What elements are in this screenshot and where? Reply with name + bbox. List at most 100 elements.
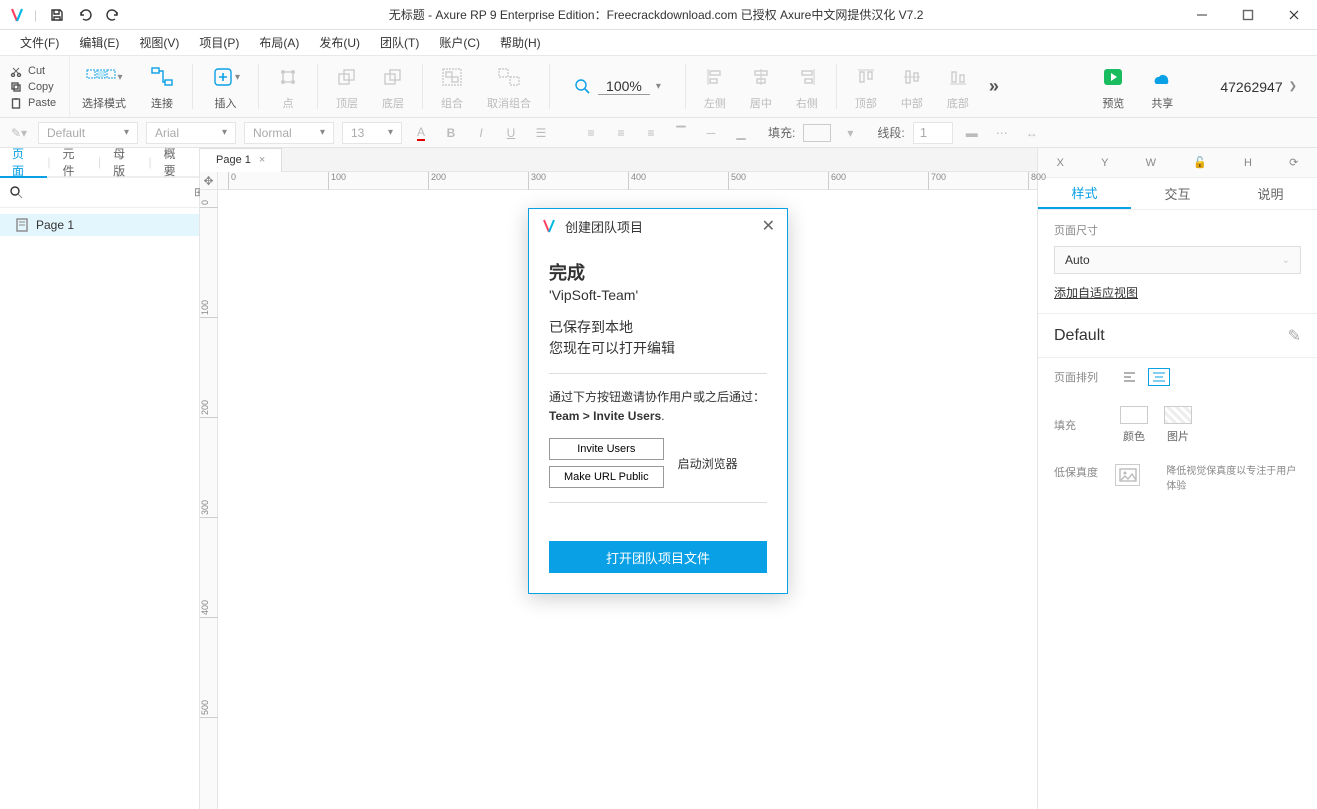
- window-maximize-button[interactable]: [1225, 0, 1271, 30]
- tab-widgets[interactable]: 元件: [51, 147, 98, 177]
- share-button[interactable]: 共享: [1137, 62, 1187, 111]
- insert-button[interactable]: ▾ 插入: [199, 56, 252, 117]
- align-right-button[interactable]: 右侧: [784, 56, 830, 117]
- zoom-value[interactable]: 100%: [598, 78, 650, 95]
- align-center-icon[interactable]: ≡: [610, 122, 632, 144]
- menu-file[interactable]: 文件(F): [10, 31, 69, 54]
- connect-button[interactable]: 连接: [138, 56, 186, 117]
- dialog-saved-text: 已保存到本地: [549, 317, 767, 338]
- bottom-layer-button[interactable]: 底层: [370, 56, 416, 117]
- fill-section-label: 填充: [1054, 417, 1104, 433]
- default-header: Default: [1054, 327, 1105, 345]
- launch-browser-label: 启动浏览器: [678, 455, 738, 472]
- font-color-icon[interactable]: A: [410, 122, 432, 144]
- ungroup-button[interactable]: 取消组合: [475, 56, 543, 117]
- fill-swatch[interactable]: [803, 124, 831, 142]
- group-button[interactable]: 组合: [429, 56, 475, 117]
- ruler-vertical[interactable]: 0 100 200 300 400 500: [200, 190, 218, 809]
- search-icon: [10, 186, 23, 199]
- size-select[interactable]: 13▾: [342, 122, 402, 144]
- window-minimize-button[interactable]: [1179, 0, 1225, 30]
- zoom-control[interactable]: 100%▾: [556, 56, 679, 117]
- arrow-icon[interactable]: ↔: [1021, 122, 1043, 144]
- ruler-corner[interactable]: ✥: [200, 172, 218, 190]
- rotate-icon[interactable]: ⟳: [1289, 156, 1298, 169]
- coord-bar: XY W 🔓 H ⟳: [1038, 148, 1317, 178]
- fill-more-icon[interactable]: ▾: [839, 122, 861, 144]
- menu-publish[interactable]: 发布(U): [309, 31, 370, 54]
- italic-icon[interactable]: I: [470, 122, 492, 144]
- rp-tab-style[interactable]: 样式: [1038, 178, 1131, 209]
- point-button[interactable]: 点: [265, 56, 311, 117]
- tab-pages[interactable]: 页面: [0, 148, 47, 178]
- page-search-input[interactable]: [31, 186, 186, 200]
- menu-view[interactable]: 视图(V): [129, 31, 189, 54]
- dist-top-button[interactable]: 顶部: [843, 56, 889, 117]
- line-style-icon[interactable]: ⋯: [991, 122, 1013, 144]
- page-tab[interactable]: Page 1 ×: [200, 148, 282, 172]
- style-select[interactable]: Default▾: [38, 122, 138, 144]
- align-right-icon[interactable]: ≡: [640, 122, 662, 144]
- color-swatch[interactable]: [1120, 406, 1148, 424]
- align-label: 页面排列: [1054, 369, 1104, 385]
- edit-style-icon[interactable]: ✎: [1288, 326, 1301, 346]
- menu-bar: 文件(F) 编辑(E) 视图(V) 项目(P) 布局(A) 发布(U) 团队(T…: [0, 30, 1317, 56]
- adaptive-view-link[interactable]: 添加自适应视图: [1054, 284, 1138, 301]
- format-toolbar: ✎▾ Default▾ Arial▾ Normal▾ 13▾ A B I U ☰…: [0, 118, 1317, 148]
- menu-account[interactable]: 账户(C): [429, 31, 490, 54]
- line-width-input[interactable]: [913, 122, 953, 144]
- line-color-icon[interactable]: ▬: [961, 122, 983, 144]
- valign-top-icon[interactable]: ▔: [670, 122, 692, 144]
- make-url-public-button[interactable]: Make URL Public: [549, 466, 664, 488]
- dialog-close-button[interactable]: ✕: [762, 216, 775, 236]
- dist-bottom-button[interactable]: 底部: [935, 56, 981, 117]
- menu-help[interactable]: 帮助(H): [490, 31, 551, 54]
- close-tab-icon[interactable]: ×: [259, 154, 265, 166]
- page-tree-label: Page 1: [36, 218, 74, 232]
- menu-team[interactable]: 团队(T): [370, 31, 429, 54]
- align-left-icon[interactable]: ≡: [580, 122, 602, 144]
- tab-outline[interactable]: 概要: [152, 147, 199, 177]
- redo-icon[interactable]: [101, 3, 125, 27]
- ruler-horizontal[interactable]: 0 100 200 300 400 500 600 700 800: [218, 172, 1037, 190]
- toolbar-overflow-button[interactable]: »: [981, 56, 1007, 117]
- save-icon[interactable]: [45, 3, 69, 27]
- weight-select[interactable]: Normal▾: [244, 122, 334, 144]
- lofi-icon[interactable]: [1115, 464, 1140, 486]
- dist-middle-button[interactable]: 中部: [889, 56, 935, 117]
- font-select[interactable]: Arial▾: [146, 122, 236, 144]
- menu-project[interactable]: 项目(P): [189, 31, 249, 54]
- align-center-button[interactable]: 居中: [738, 56, 784, 117]
- bold-icon[interactable]: B: [440, 122, 462, 144]
- page-size-select[interactable]: Auto⌄: [1054, 246, 1301, 274]
- page-align-left-icon[interactable]: [1120, 368, 1142, 386]
- window-title: 无标题 - Axure RP 9 Enterprise Edition：Free…: [133, 6, 1179, 23]
- open-team-project-button[interactable]: 打开团队项目文件: [549, 541, 767, 573]
- select-mode-button[interactable]: ▾ 选择模式: [70, 56, 138, 117]
- account-button[interactable]: 47262947❯: [1200, 79, 1317, 95]
- cut-button[interactable]: Cut: [0, 63, 69, 79]
- bullets-icon[interactable]: ☰: [530, 122, 552, 144]
- rp-tab-interact[interactable]: 交互: [1131, 178, 1224, 209]
- paste-button[interactable]: Paste: [0, 95, 69, 111]
- page-tree-item[interactable]: Page 1: [0, 214, 199, 236]
- rp-tab-notes[interactable]: 说明: [1224, 178, 1317, 209]
- undo-icon[interactable]: [73, 3, 97, 27]
- image-swatch[interactable]: [1164, 406, 1192, 424]
- window-close-button[interactable]: [1271, 0, 1317, 30]
- copy-button[interactable]: Copy: [0, 79, 69, 95]
- menu-arrange[interactable]: 布局(A): [249, 31, 309, 54]
- menu-edit[interactable]: 编辑(E): [69, 31, 129, 54]
- tab-masters[interactable]: 母版: [101, 147, 148, 177]
- valign-bot-icon[interactable]: ▁: [730, 122, 752, 144]
- page-align-center-icon[interactable]: [1148, 368, 1170, 386]
- underline-icon[interactable]: U: [500, 122, 522, 144]
- invite-users-button[interactable]: Invite Users: [549, 438, 664, 460]
- align-left-button[interactable]: 左侧: [692, 56, 738, 117]
- valign-mid-icon[interactable]: ─: [700, 122, 722, 144]
- left-panel: 页面| 元件| 母版| 概要 ⊞ Page 1: [0, 148, 200, 809]
- lock-icon[interactable]: 🔓: [1193, 156, 1207, 169]
- paint-format-icon[interactable]: ✎▾: [8, 122, 30, 144]
- preview-button[interactable]: 预览: [1089, 62, 1137, 111]
- top-layer-button[interactable]: 顶层: [324, 56, 370, 117]
